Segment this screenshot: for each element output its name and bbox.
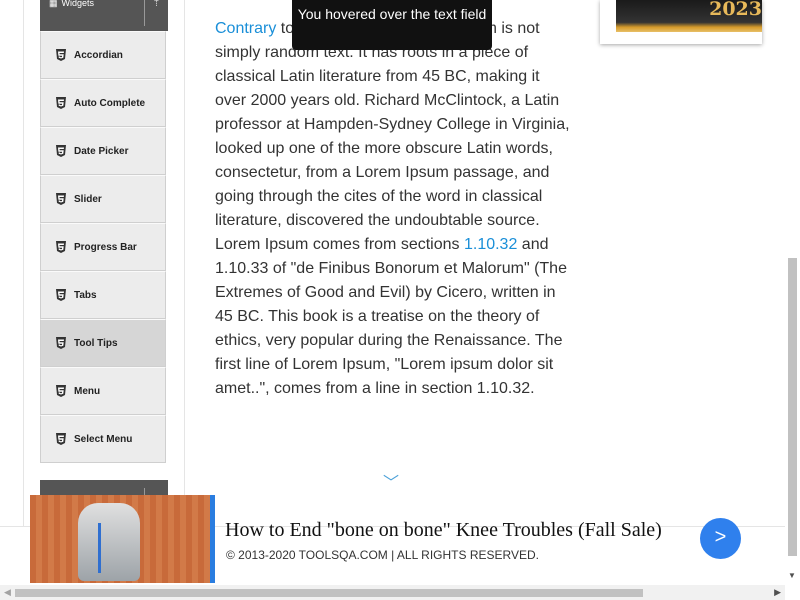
sidebar-item-progress-bar[interactable]: Progress Bar [40, 223, 166, 271]
article-text-part-2: and 1.10.33 of "de Finibus Bonorum et Ma… [215, 236, 567, 397]
horizontal-scrollbar[interactable]: ◀ ▶ [0, 585, 785, 600]
sidebar-item-menu[interactable]: Menu [40, 367, 166, 415]
scroll-down-arrow-icon[interactable]: ▼ [788, 571, 796, 580]
html5-icon [56, 433, 66, 445]
ad-image[interactable] [30, 495, 210, 583]
sidebar-item-accordian[interactable]: Accordian [40, 31, 166, 79]
widgets-group-header[interactable]: ▦ Widgets ⇡ [40, 0, 168, 31]
sidebar-item-label: Auto Complete [74, 97, 146, 109]
vertical-scrollbar[interactable]: ▼ [785, 0, 800, 585]
chevron-down-icon[interactable]: ﹀ [383, 476, 399, 492]
html5-icon [56, 49, 66, 61]
widgets-group-label: Widgets [61, 0, 95, 8]
sidebar-item-tabs[interactable]: Tabs [40, 271, 166, 319]
scroll-left-arrow-icon[interactable]: ◀ [4, 587, 11, 598]
sidebar-item-date-picker[interactable]: Date Picker [40, 127, 166, 175]
html5-icon [56, 193, 66, 205]
sidebar-item-auto-complete[interactable]: Auto Complete [40, 79, 166, 127]
article-text: Contrary to popular belief, Lorem Ipsum … [215, 17, 575, 401]
sidebar-item-label: Menu [74, 385, 101, 397]
sidebar-item-label: Accordian [74, 49, 123, 61]
ad-go-button[interactable]: > [700, 518, 741, 559]
ad-title[interactable]: How to End "bone on bone" Knee Troubles … [225, 519, 662, 542]
html5-icon [56, 145, 66, 157]
horizontal-scroll-thumb[interactable] [15, 589, 643, 597]
sidebar-item-label: Select Menu [74, 433, 133, 445]
html5-icon [56, 385, 66, 397]
sidebar-item-label: Progress Bar [74, 241, 137, 253]
promo-image: 2023 [616, 0, 762, 32]
brace-strap [98, 523, 101, 573]
ad-banner[interactable]: How to End "bone on bone" Knee Troubles … [30, 495, 756, 583]
grid-icon: ▦ [49, 0, 58, 8]
sidebar-item-label: Date Picker [74, 145, 129, 157]
knee-brace-image [78, 503, 140, 581]
tooltip-bubble: You hovered over the text field [292, 0, 492, 50]
sidebar-item-slider[interactable]: Slider [40, 175, 166, 223]
article-text-part-1: to popular belief, Lorem Ipsum is not si… [215, 20, 570, 253]
sidebar-item-label: Tool Tips [74, 337, 118, 349]
html5-icon [56, 97, 66, 109]
promo-year: 2023 [709, 0, 762, 20]
sidebar-item-select-menu[interactable]: Select Menu [40, 415, 166, 463]
scroll-right-arrow-icon[interactable]: ▶ [774, 587, 781, 598]
widgets-menu-list: Accordian Auto Complete Date Picker Slider P… [40, 31, 166, 463]
vertical-scroll-thumb[interactable] [788, 258, 797, 556]
contrary-link[interactable]: Contrary [215, 20, 276, 37]
promo-card[interactable]: 2023 [600, 0, 762, 44]
ad-accent-bar [210, 495, 215, 583]
sidebar-item-tool-tips[interactable]: Tool Tips [40, 319, 166, 367]
html5-icon [56, 337, 66, 349]
sidebar-item-label: Tabs [74, 289, 97, 301]
section-link[interactable]: 1.10.32 [464, 236, 517, 253]
sidebar-item-label: Slider [74, 193, 102, 205]
collapse-toggle-icon[interactable]: ⇡ [144, 0, 168, 26]
html5-icon [56, 289, 66, 301]
html5-icon [56, 241, 66, 253]
